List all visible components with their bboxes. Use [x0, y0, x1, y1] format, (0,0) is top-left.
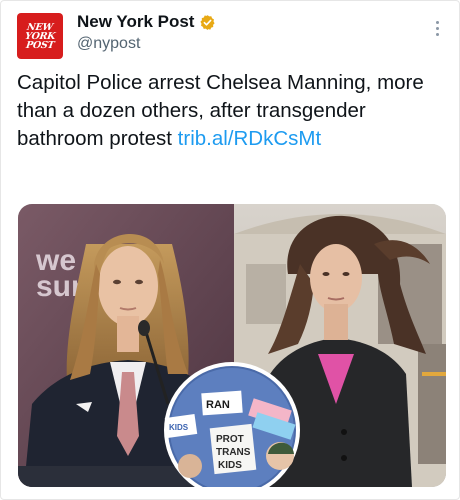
- tweet-text: Capitol Police arrest Chelsea Manning, m…: [17, 69, 437, 153]
- post-card[interactable]: NEW YORK POST New York Post @nypost Capi…: [0, 0, 460, 500]
- tweet-link[interactable]: trib.al/RDkCsMt: [178, 127, 322, 150]
- verified-badge-icon: [200, 14, 216, 30]
- more-options-icon[interactable]: [436, 21, 439, 36]
- tweet-media-image[interactable]: we sun RAN KIDS PROT TRANS KIDS: [18, 204, 446, 487]
- logo-text-post: POST: [25, 39, 55, 51]
- account-name-row: New York Post: [77, 12, 216, 32]
- publisher-logo-avatar[interactable]: NEW YORK POST: [17, 13, 63, 59]
- sign-text-1: RAN: [206, 399, 230, 411]
- account-handle[interactable]: @nypost: [77, 35, 140, 53]
- sign-text-2: KIDS: [169, 423, 189, 432]
- sign-text-4: TRANS: [216, 447, 251, 458]
- sign-text-5: KIDS: [218, 460, 242, 471]
- media-collage: we sun RAN KIDS PROT TRANS KIDS: [18, 204, 446, 487]
- sign-text-3: PROT: [216, 434, 244, 445]
- account-name[interactable]: New York Post: [77, 12, 194, 32]
